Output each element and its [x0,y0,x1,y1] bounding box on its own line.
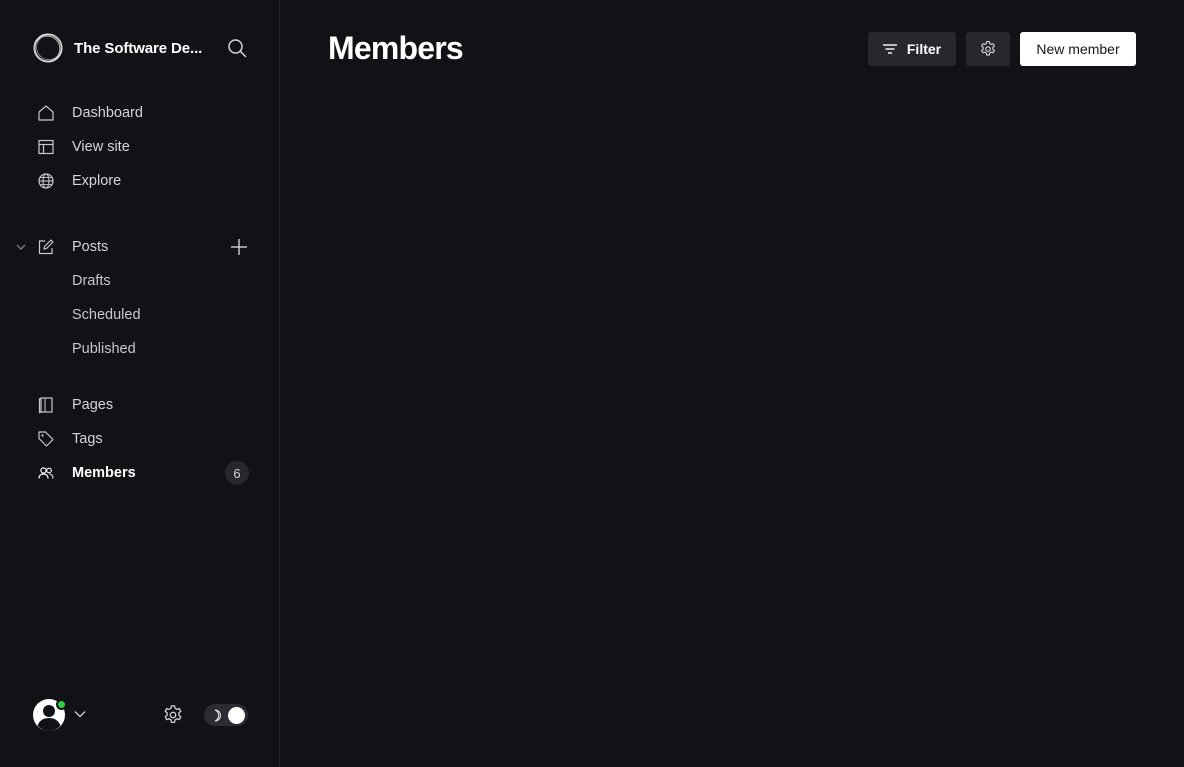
moon-icon [210,707,224,723]
chevron-down-icon [74,711,86,718]
new-post-button[interactable] [228,236,250,258]
nav-view-site-label: View site [72,139,130,155]
members-icon [36,463,56,483]
layout-icon [36,137,56,157]
dark-mode-toggle[interactable] [204,704,248,726]
nav-scheduled[interactable]: Scheduled [72,304,141,326]
brand[interactable]: The Software De... [32,32,212,64]
new-member-button[interactable]: New member [1020,32,1136,66]
nav-dashboard[interactable]: Dashboard [36,101,143,125]
nav-published[interactable]: Published [72,338,136,360]
gear-icon [981,40,995,56]
site-logo-icon [33,33,63,63]
sidebar: The Software De... Dashboard View site E… [0,0,280,767]
members-settings-button[interactable] [966,32,1010,66]
filter-icon [882,43,897,55]
pencil-icon [36,237,56,257]
nav-explore[interactable]: Explore [36,169,121,193]
chevron-down-icon [16,244,26,250]
gear-icon [164,705,182,723]
nav-members-label: Members [72,465,136,481]
nav-members[interactable]: Members [36,461,136,485]
nav-posts[interactable]: Posts [36,235,108,259]
main-content: Members Filter New member [281,0,1184,767]
search-icon [228,39,247,58]
nav-view-site[interactable]: View site [36,135,130,159]
home-icon [36,103,56,123]
page-icon [36,395,56,415]
filter-button[interactable]: Filter [868,32,956,66]
filter-button-label: Filter [906,41,942,57]
tag-icon [36,429,56,449]
nav-tags[interactable]: Tags [36,427,103,451]
nav-pages[interactable]: Pages [36,393,113,417]
online-status-indicator [56,699,67,710]
globe-icon [36,171,56,191]
nav-explore-label: Explore [72,173,122,189]
brand-name: The Software De... [74,39,203,57]
members-count-badge: 6 [225,461,249,485]
nav-tags-label: Tags [72,431,103,447]
nav-dashboard-label: Dashboard [72,105,143,121]
nav-drafts[interactable]: Drafts [72,270,111,292]
plus-icon [231,239,247,255]
user-menu-toggle[interactable] [73,707,87,721]
settings-button[interactable] [161,703,185,727]
posts-collapse-toggle[interactable] [14,240,28,254]
nav-posts-label: Posts [72,239,109,255]
page-title: Members [328,30,464,66]
toggle-knob [228,707,245,724]
search-button[interactable] [226,37,248,59]
nav-pages-label: Pages [72,397,114,413]
